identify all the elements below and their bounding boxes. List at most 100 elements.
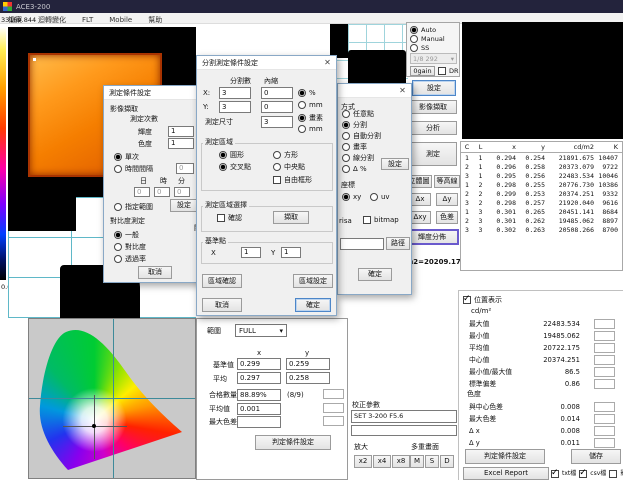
coord-xy-radio[interactable]: xy (342, 193, 361, 201)
day-field[interactable]: 0 (134, 187, 150, 197)
path-button[interactable]: 路徑 (386, 237, 410, 250)
zoom-x8-button[interactable]: x8 (392, 455, 410, 468)
method-radio-dot[interactable] (342, 121, 350, 129)
method-option[interactable]: Δ % (342, 165, 367, 173)
table-row[interactable]: 110.2940.25421891.67510407 (461, 153, 622, 162)
size-field[interactable]: 3 (261, 116, 293, 128)
method-option[interactable]: 任意點 (342, 110, 374, 118)
multiscreen-m-button[interactable]: M (410, 455, 424, 468)
contour-button[interactable]: 等高線 (434, 175, 460, 188)
mm2-radio-dot[interactable] (298, 125, 306, 133)
capture-button[interactable]: 影像擷取 (409, 100, 457, 114)
ok-button[interactable]: 確定 (295, 298, 331, 312)
analyze-button[interactable]: 分析 (409, 121, 457, 135)
unit-percent-radio[interactable]: % (298, 89, 316, 97)
menu-item[interactable]: FLT (74, 14, 101, 24)
xy-radio[interactable] (342, 193, 350, 201)
method-radio-dot[interactable] (342, 110, 350, 118)
min-field[interactable]: 0 (174, 187, 190, 197)
trans-radio[interactable]: 透過率 (114, 255, 146, 263)
area-set-button[interactable]: 區域設定 (293, 274, 333, 288)
square-radio[interactable]: 方形 (273, 151, 298, 159)
gain-button[interactable]: 0gain (410, 66, 435, 76)
interval-field[interactable]: 0 (176, 163, 194, 174)
zoom-x4-button[interactable]: x4 (373, 455, 391, 468)
condition-dialog-titlebar[interactable]: 測定條件設定 (104, 86, 200, 100)
unit-pixel-radio[interactable]: 畫素 (298, 114, 323, 122)
table-row[interactable]: 320.2980.25721920.0409616 (461, 198, 622, 207)
x-div-field[interactable]: 3 (219, 87, 251, 99)
cancel-button[interactable]: 取消 (202, 298, 242, 312)
interval-radio-dot[interactable] (114, 165, 122, 173)
normal-radio-dot[interactable] (114, 231, 122, 239)
position-display-box[interactable] (463, 296, 471, 304)
close-icon[interactable]: ✕ (321, 57, 334, 68)
radio-dot[interactable] (410, 44, 418, 52)
cond-set-button[interactable]: 設定 (170, 199, 198, 212)
table-row[interactable]: 310.2950.25622483.53410046 (461, 171, 622, 180)
shutter-select[interactable]: 1/8 292 ▾ (410, 53, 457, 64)
file-check-box[interactable] (609, 470, 617, 478)
settings-button[interactable]: 設定 (412, 80, 456, 96)
path-field[interactable] (340, 238, 384, 250)
mm-radio-dot[interactable] (298, 101, 306, 109)
exposure-radio-auto[interactable]: Auto (410, 25, 445, 34)
capture-area-button[interactable]: 擷取 (273, 211, 309, 224)
free-frame-checkbox[interactable]: 自由框形 (273, 176, 312, 184)
avg-x-field[interactable]: 0.297 (237, 372, 281, 384)
multiscreen-d-button[interactable]: D (440, 455, 454, 468)
contrast-radio-dot[interactable] (114, 243, 122, 251)
y-inset-field[interactable]: 0 (261, 101, 293, 113)
circle-radio-dot[interactable] (219, 151, 227, 159)
method-radio-dot[interactable] (342, 132, 350, 140)
confirm-checkbox[interactable]: 確認 (217, 214, 242, 222)
file-check-txt檔[interactable]: txt檔 (551, 470, 576, 478)
method-option[interactable]: 分割 (342, 121, 367, 129)
judge-settings-button[interactable]: 判定條件設定 (465, 449, 545, 464)
bitmap-box[interactable] (363, 216, 371, 224)
cie-diagram-panel[interactable] (28, 318, 196, 479)
save-button[interactable]: 儲存 (571, 449, 621, 464)
method-option[interactable]: 自動分割 (342, 132, 381, 140)
calib-value-field[interactable]: SET 3-200 F5.6 (351, 410, 457, 423)
close-icon[interactable]: ✕ (396, 85, 409, 96)
measure-table[interactable]: CLxycd/m2K110.2940.25421891.67510407210.… (460, 141, 623, 271)
trans-radio-dot[interactable] (114, 255, 122, 263)
menu-item[interactable]: 迴轉變化 (30, 13, 74, 25)
bitmap-checkbox[interactable]: bitmap (363, 216, 399, 224)
delta-y-button[interactable]: Δy (436, 193, 458, 206)
radio-dot[interactable] (410, 35, 418, 43)
base-x-field[interactable]: 1 (241, 247, 261, 258)
unit-mm-radio[interactable]: mm (298, 101, 323, 109)
contrast-radio[interactable]: 對比度 (114, 243, 146, 251)
coord-uv-radio[interactable]: uv (370, 193, 390, 201)
position-display-checkbox[interactable]: 位置表示 (463, 296, 502, 304)
exposure-radio-manual[interactable]: Manual (410, 34, 445, 43)
avg-y-field[interactable]: 0.258 (286, 372, 330, 384)
method-option[interactable]: 線分割 (342, 154, 374, 162)
single-radio[interactable]: 單次 (114, 153, 139, 161)
dr-checkbox-box[interactable] (438, 67, 446, 75)
cond-cancel-button[interactable]: 取消 (138, 266, 172, 279)
chroma-count-field[interactable]: 1 (168, 138, 194, 149)
pixel-radio-dot[interactable] (298, 114, 306, 122)
lum-count-field[interactable]: 1 (168, 126, 194, 137)
video-preview[interactable] (462, 22, 623, 139)
dr-checkbox[interactable]: DR (438, 67, 459, 75)
range-radio[interactable]: 指定範圍 (114, 203, 153, 211)
method-radio-dot[interactable] (342, 165, 350, 173)
y-div-field[interactable]: 3 (219, 101, 251, 113)
base-x-field[interactable]: 0.299 (237, 358, 281, 370)
cross-radio-dot[interactable] (219, 163, 227, 171)
table-row[interactable]: 220.2990.25320374.2519332 (461, 189, 622, 198)
calib-value2-field[interactable] (351, 425, 457, 436)
table-row[interactable]: 210.2960.25820373.0799722 (461, 162, 622, 171)
delta-x-button[interactable]: Δx (409, 193, 431, 206)
delta-xy-button[interactable]: Δxy (409, 211, 431, 224)
split-dialog-titlebar[interactable]: 分割測定條件設定 (197, 56, 336, 70)
method-ok-button[interactable]: 確定 (358, 268, 392, 281)
percent-radio-dot[interactable] (298, 89, 306, 97)
circle-radio[interactable]: 圓形 (219, 151, 244, 159)
range-radio-dot[interactable] (114, 203, 122, 211)
excel-report-button[interactable]: Excel Report (463, 467, 549, 480)
